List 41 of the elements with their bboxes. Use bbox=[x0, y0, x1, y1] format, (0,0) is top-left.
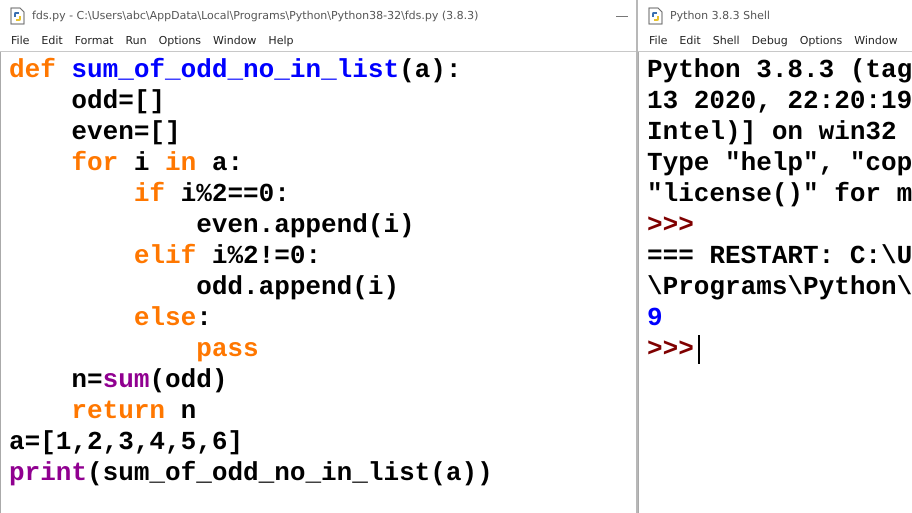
code-line: even=[] bbox=[71, 117, 182, 148]
menu-item[interactable]: Run bbox=[120, 33, 152, 50]
code-line: even.append(i) bbox=[196, 210, 416, 241]
code-line: return n bbox=[71, 396, 198, 427]
menu-item[interactable]: Options bbox=[154, 33, 206, 50]
shell-output: 9 bbox=[647, 303, 663, 334]
window-title: fds.py - C:\Users\abc\AppData\Local\Programs\Python\Python38-32\fds.py (3.8.3) bbox=[32, 8, 478, 24]
menu-item[interactable]: Shell bbox=[708, 33, 745, 50]
code-line: a=[1,2,3,4,5,6] bbox=[9, 427, 244, 458]
python-file-icon bbox=[648, 7, 664, 25]
shell-prompt: >>> bbox=[647, 334, 694, 365]
shell-line: Intel)] on win32 bbox=[647, 117, 897, 148]
code-line: n=sum(odd) bbox=[71, 365, 228, 396]
menu-item[interactable]: Edit bbox=[36, 33, 68, 50]
shell-line: Python 3.8.3 (tag bbox=[647, 55, 912, 86]
code-line: else: bbox=[134, 303, 213, 334]
menu-item[interactable]: Edit bbox=[674, 33, 706, 50]
menu-item[interactable]: File bbox=[6, 33, 34, 50]
code-line: if i%2==0: bbox=[134, 179, 291, 210]
python-file-icon bbox=[10, 7, 26, 25]
window-title: Python 3.8.3 Shell bbox=[670, 8, 770, 24]
code-line: def sum_of_odd_no_in_list(a): bbox=[9, 55, 462, 86]
code-line: odd.append(i) bbox=[196, 272, 400, 303]
menu-item[interactable]: Options bbox=[794, 33, 848, 50]
code-line: odd=[] bbox=[71, 86, 166, 117]
code-line: pass bbox=[196, 334, 260, 365]
menu-item[interactable]: Window bbox=[208, 33, 262, 50]
shell-prompt: >>> bbox=[647, 210, 694, 241]
shell-line: "license()" for m bbox=[647, 179, 912, 210]
code-line: elif i%2!=0: bbox=[134, 241, 322, 272]
shell-line: \Programs\Python\ bbox=[647, 272, 912, 303]
code-line: for i in a: bbox=[71, 148, 244, 179]
menu-item[interactable]: Format bbox=[70, 33, 118, 50]
menu-item[interactable]: Window bbox=[849, 33, 903, 50]
menu-item[interactable]: File bbox=[644, 33, 672, 50]
code-line: print(sum_of_odd_no_in_list(a)) bbox=[9, 458, 494, 489]
shell-line: 13 2020, 22:20:19 bbox=[647, 86, 912, 117]
menu-item[interactable]: Debug bbox=[746, 33, 793, 50]
shell-line: Type "help", "cop bbox=[647, 148, 912, 179]
menu-item[interactable]: Help bbox=[263, 33, 298, 50]
shell-line: === RESTART: C:\U bbox=[647, 241, 912, 272]
